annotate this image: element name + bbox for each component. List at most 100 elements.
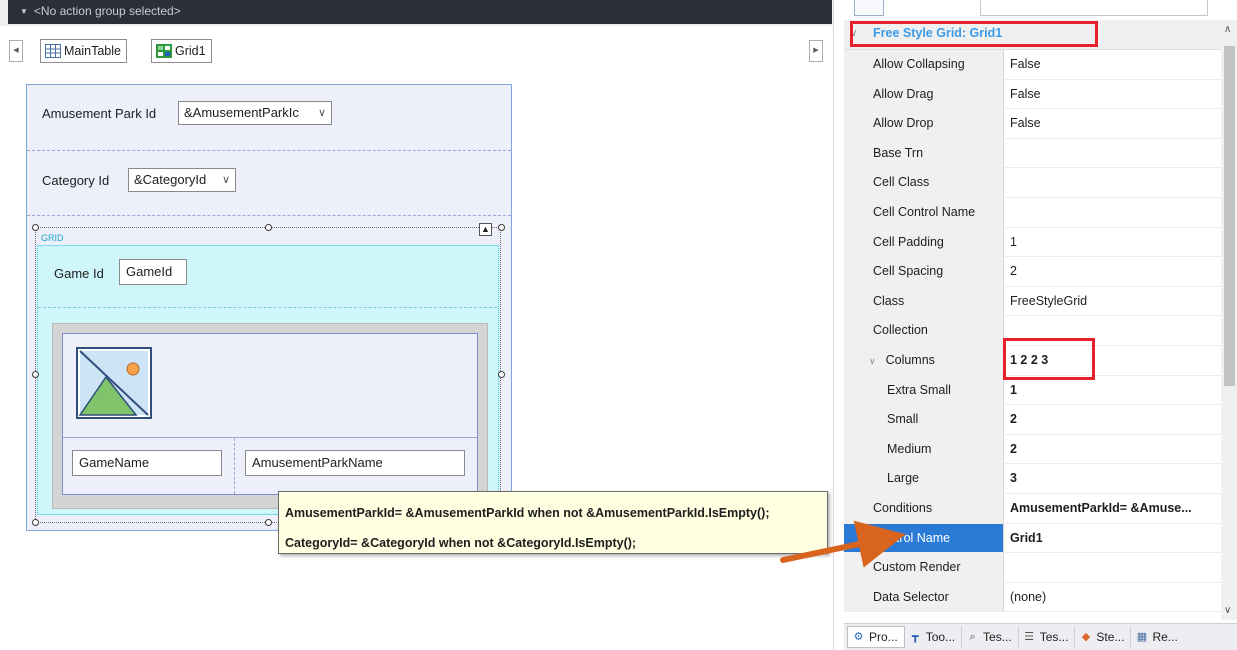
scrollbar-thumb[interactable] (1224, 46, 1235, 386)
property-row[interactable]: Cell Class (844, 168, 1222, 198)
category-combo[interactable]: &CategoryId ∨ (128, 168, 236, 192)
property-name: ∨ Columns (844, 345, 1004, 375)
row-divider (27, 215, 511, 216)
main-table-form[interactable]: Amusement Park Id &AmusementParkIc ∨ Cat… (26, 84, 512, 531)
category-label: Category Id (42, 173, 110, 188)
action-group-text: <No action group selected> (33, 4, 181, 18)
expand-caret-icon[interactable]: ∨ (869, 356, 876, 366)
property-value[interactable] (1004, 553, 1222, 582)
resize-handle[interactable] (265, 519, 272, 526)
grid-row-divider (38, 307, 497, 308)
title-highlight-box (850, 21, 1098, 47)
property-value[interactable]: False (1004, 80, 1222, 109)
scroll-up-icon[interactable]: ∧ (1224, 24, 1231, 35)
tab-results-label: Re... (1152, 630, 1178, 644)
inner-table-divider (63, 437, 477, 438)
row-divider (27, 150, 511, 151)
properties-view-button[interactable] (854, 0, 884, 16)
game-id-label: Game Id (54, 266, 104, 281)
property-name: Data Selector (844, 582, 1004, 612)
tab-test-1[interactable]: ⌕ Tes... (962, 626, 1019, 648)
resize-handle[interactable] (265, 224, 272, 231)
property-row-selected[interactable]: Control Name Grid1 (844, 523, 1222, 554)
property-value[interactable] (1004, 198, 1222, 227)
grid-caption: GRID (41, 233, 64, 243)
property-value[interactable] (1004, 168, 1222, 197)
resize-handle[interactable] (498, 371, 505, 378)
resize-handle[interactable] (498, 224, 505, 231)
chevron-down-icon: ∨ (221, 174, 230, 186)
scroll-left-button[interactable]: ◀ (9, 40, 23, 62)
property-value[interactable]: 2 (1004, 435, 1222, 464)
select-parent-button[interactable]: ▲ (479, 223, 492, 236)
property-value[interactable]: FreeStyleGrid (1004, 287, 1222, 316)
amusement-park-combo[interactable]: &AmusementParkIc ∨ (178, 101, 332, 125)
tab-toolbox[interactable]: ┳ Too... (905, 626, 963, 648)
properties-filter-input[interactable] (980, 0, 1208, 16)
tab-toolbox-label: Too... (925, 630, 956, 644)
tab-steps[interactable]: ◆ Ste... (1075, 626, 1132, 648)
tab-maintable[interactable]: MainTable (40, 39, 127, 63)
action-group-selector[interactable]: ▼ <No action group selected> (8, 0, 832, 24)
grid-top-border (37, 245, 499, 246)
park-name-field[interactable]: AmusementParkName (245, 450, 465, 476)
property-value[interactable]: 2 (1004, 257, 1222, 286)
property-name: Cell Spacing (844, 257, 1004, 286)
property-row[interactable]: Custom Render (844, 553, 1222, 583)
tab-properties[interactable]: ⚙ Pro... (847, 626, 905, 648)
property-row[interactable]: Medium 2 (844, 434, 1222, 465)
toolbox-icon: ┳ (911, 630, 919, 643)
test-icon: ⌕ (969, 630, 976, 643)
property-row[interactable]: Base Trn (844, 138, 1222, 169)
property-row[interactable]: Data Selector (none) (844, 582, 1222, 613)
resize-handle[interactable] (32, 371, 39, 378)
conditions-tooltip: AmusementParkId= &AmusementParkId when n… (278, 491, 828, 554)
property-name: Control Name (844, 523, 1004, 553)
property-row[interactable]: Large 3 (844, 464, 1222, 494)
property-value[interactable]: False (1004, 50, 1222, 79)
property-value[interactable]: 2 (1004, 405, 1222, 434)
tab-test-2[interactable]: ☰ Tes... (1019, 626, 1076, 648)
property-row[interactable]: Conditions AmusementParkId= &Amuse... (844, 493, 1222, 524)
tooltip-line-2: CategoryId= &CategoryId when not &Catego… (285, 536, 637, 550)
game-name-field[interactable]: GameName (72, 450, 222, 476)
property-name: Allow Drop (844, 109, 1004, 138)
designer-toolbar: ▼ <No action group selected> (0, 0, 833, 26)
property-row[interactable]: Small 2 (844, 405, 1222, 435)
property-row[interactable]: Allow Drop False (844, 109, 1222, 139)
property-row[interactable]: Cell Padding 1 (844, 227, 1222, 258)
property-value[interactable]: Grid1 (1004, 524, 1222, 553)
tab-grid1-label: Grid1 (175, 44, 206, 58)
property-row[interactable]: Allow Drag False (844, 79, 1222, 110)
table-icon (45, 44, 61, 58)
tab-properties-label: Pro... (869, 630, 898, 644)
resize-handle[interactable] (32, 519, 39, 526)
game-id-field[interactable]: GameId (119, 259, 187, 285)
tab-results[interactable]: ▦ Re... (1131, 626, 1183, 648)
property-value[interactable]: 3 (1004, 464, 1222, 493)
property-value[interactable]: 1 (1004, 228, 1222, 257)
scroll-right-button[interactable]: ▶ (809, 40, 823, 62)
resize-handle[interactable] (32, 224, 39, 231)
gear-icon: ⚙ (853, 630, 864, 643)
chevron-down-icon: ∨ (317, 107, 326, 119)
property-row[interactable]: Cell Spacing 2 (844, 257, 1222, 287)
amusement-park-label: Amusement Park Id (42, 106, 157, 121)
property-row[interactable]: Cell Control Name (844, 197, 1222, 228)
tab-steps-label: Ste... (1096, 630, 1125, 644)
tab-grid1[interactable]: Grid1 (151, 39, 212, 63)
image-placeholder-icon[interactable] (76, 347, 152, 419)
scroll-down-icon[interactable]: ∨ (1224, 605, 1231, 616)
property-row[interactable]: Class FreeStyleGrid (844, 286, 1222, 317)
properties-scrollbar[interactable]: ∧ ∨ (1221, 20, 1237, 620)
property-value[interactable]: False (1004, 109, 1222, 138)
property-row[interactable]: Allow Collapsing False (844, 50, 1222, 80)
property-value[interactable] (1004, 139, 1222, 168)
inner-cell-divider (234, 438, 235, 494)
property-value[interactable]: (none) (1004, 583, 1222, 612)
tab-test-2-label: Tes... (1039, 630, 1069, 644)
properties-panel: ∨ Free Style Grid: Grid1 Allow Collapsin… (844, 0, 1237, 650)
property-name: Cell Class (844, 168, 1004, 197)
steps-icon: ◆ (1081, 630, 1091, 643)
property-value[interactable]: AmusementParkId= &Amuse... (1004, 494, 1222, 523)
